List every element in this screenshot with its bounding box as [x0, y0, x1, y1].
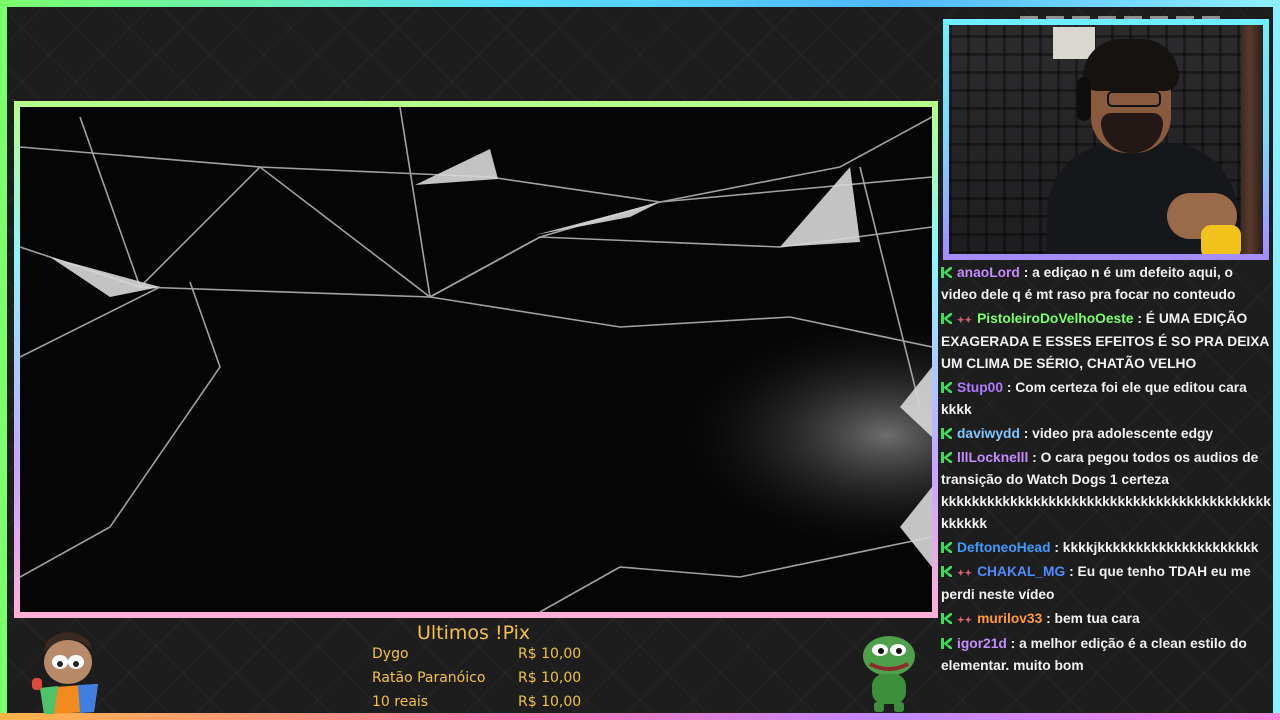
k-icon[interactable]	[941, 382, 952, 393]
chat-username[interactable]: igor21d	[957, 636, 1007, 651]
chat-username[interactable]: daviwydd	[957, 426, 1020, 441]
chat-message: ✦✦ murilov33 : bem tua cara	[941, 608, 1271, 631]
glasses	[1107, 91, 1161, 107]
k-icon[interactable]	[941, 267, 952, 278]
chat-panel: anaoLord : a ediçao n é um defeito aqui,…	[941, 262, 1271, 714]
chat-separator: :	[1003, 380, 1016, 395]
chat-separator: :	[1028, 450, 1041, 465]
pix-amount: R$ 10,00	[518, 694, 582, 710]
main-video-frame	[14, 101, 938, 618]
sub-icon[interactable]: ✦✦	[957, 562, 972, 584]
chat-message: lllLocknelll : O cara pegou todos os aud…	[941, 447, 1271, 535]
pix-panel: Ultimos !Pix Dygo R$ 10,00 Ratão Paranói…	[362, 622, 592, 714]
yellow-sleeve	[1201, 225, 1241, 254]
sub-icon[interactable]: ✦✦	[957, 309, 972, 331]
streamer-hair	[1083, 39, 1179, 91]
chat-message: daviwydd : video pra adolescente edgy	[941, 423, 1271, 445]
k-icon[interactable]	[941, 566, 952, 577]
pix-title: Ultimos !Pix	[417, 622, 531, 644]
pepe-frog-sticker	[863, 636, 915, 712]
chat-message: Stup00 : Com certeza foi ele que editou …	[941, 377, 1271, 421]
chat-message: ✦✦ PistoleiroDoVelhoOeste : É UMA EDIÇÃO …	[941, 308, 1271, 375]
main-video[interactable]	[20, 107, 932, 612]
bookshelf	[1241, 25, 1263, 254]
headphones	[1077, 77, 1091, 121]
webcam-frame	[943, 19, 1269, 260]
pix-row: Ratão Paranóico R$ 10,00	[372, 670, 592, 694]
chat-separator: :	[1019, 426, 1033, 441]
chat-text: kkkkjkkkkkkkkkkkkkkkkkkkkk	[1062, 540, 1259, 555]
k-icon[interactable]	[941, 452, 952, 463]
chat-separator: :	[1042, 611, 1055, 626]
chat-separator: :	[1133, 311, 1146, 326]
chat-separator: :	[1006, 636, 1020, 651]
k-icon[interactable]	[941, 313, 952, 324]
pix-donor-name: Ratão Paranóico	[372, 670, 486, 686]
pix-amount: R$ 10,00	[518, 646, 582, 662]
chat-username[interactable]: Stup00	[957, 380, 1003, 395]
chat-separator: :	[1065, 564, 1078, 579]
chat-message: DeftoneoHead : kkkkjkkkkkkkkkkkkkkkkkkkk…	[941, 537, 1271, 559]
pix-amount: R$ 10,00	[518, 670, 582, 686]
k-icon[interactable]	[941, 613, 952, 624]
pix-row: Dygo R$ 10,00	[372, 646, 592, 670]
webcam-feed[interactable]	[949, 25, 1263, 254]
chat-text: bem tua cara	[1054, 611, 1140, 626]
wall-poster	[1053, 27, 1095, 59]
pix-row: 10 reais R$ 10,00	[372, 694, 592, 718]
chat-username[interactable]: lllLocknelll	[957, 450, 1028, 465]
chat-separator: :	[1019, 265, 1033, 280]
pix-donor-name: Dygo	[372, 646, 409, 662]
k-icon[interactable]	[941, 428, 952, 439]
chat-username[interactable]: DeftoneoHead	[957, 540, 1051, 555]
chat-username[interactable]: anaoLord	[957, 265, 1020, 280]
sub-icon[interactable]: ✦✦	[957, 609, 972, 631]
chat-username[interactable]: CHAKAL_MG	[977, 564, 1065, 579]
pix-donor-name: 10 reais	[372, 694, 429, 710]
chat-separator: :	[1050, 540, 1063, 555]
abstract-network-visual	[20, 107, 932, 612]
chat-text: video pra adolescente edgy	[1032, 426, 1214, 441]
chat-username[interactable]: murilov33	[977, 611, 1042, 626]
cartoon-mascot-sticker	[32, 632, 98, 714]
chat-message: igor21d : a melhor edição é a clean esti…	[941, 633, 1271, 677]
chat-message: anaoLord : a ediçao n é um defeito aqui,…	[941, 262, 1271, 306]
chat-username[interactable]: PistoleiroDoVelhoOeste	[977, 311, 1133, 326]
k-icon[interactable]	[941, 542, 952, 553]
chat-message: ✦✦ CHAKAL_MG : Eu que tenho TDAH eu me pe…	[941, 561, 1271, 606]
k-icon[interactable]	[941, 638, 952, 649]
